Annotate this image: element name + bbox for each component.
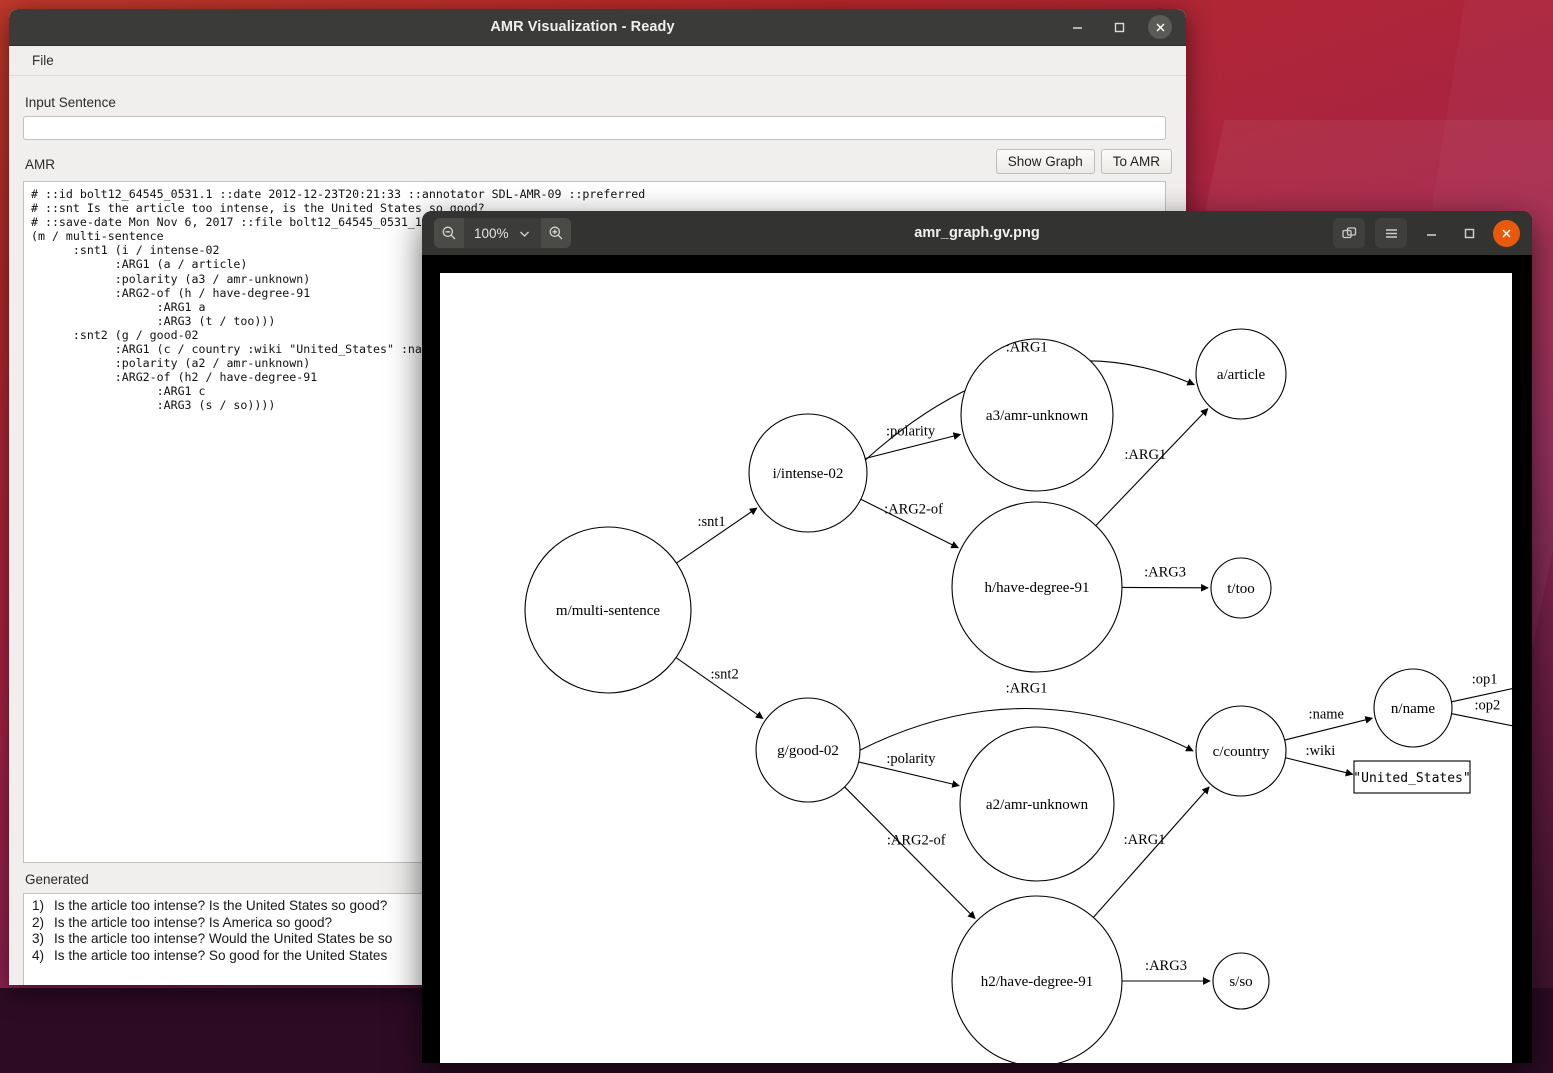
zoom-level-selector[interactable]: 100%: [464, 226, 541, 241]
maximize-icon[interactable]: [1106, 14, 1132, 40]
input-sentence-field[interactable]: [23, 116, 1166, 140]
generated-item-number: 1): [32, 898, 45, 913]
zoom-out-icon[interactable]: [434, 218, 464, 248]
minimize-icon[interactable]: [1064, 14, 1090, 40]
window-title: AMR Visualization - Ready: [490, 19, 675, 35]
graph-node-label: a2/amr-unknown: [986, 797, 1089, 813]
close-icon[interactable]: [1148, 15, 1172, 39]
chevron-down-icon: [519, 231, 529, 237]
graph-edge-label: :ARG2-of: [887, 832, 946, 848]
graph-edge-label: :ARG3: [1145, 958, 1187, 974]
maximize-icon[interactable]: [1455, 219, 1483, 247]
viewer-canvas: m/multi-sentence i/intense-02 a3/amr-unkno…: [422, 255, 1532, 1063]
graph-edge: [1451, 713, 1512, 727]
graph-node-label: i/intense-02: [773, 466, 844, 482]
graph-edge-label: :ARG1: [1006, 681, 1048, 697]
amr-graph-image[interactable]: m/multi-sentence i/intense-02 a3/amr-unkno…: [440, 273, 1512, 1063]
amr-label: AMR: [25, 157, 55, 172]
graph-edge-label: :snt2: [711, 667, 739, 683]
generated-item-number: 4): [32, 947, 45, 963]
graph-edge-label: :wiki: [1306, 743, 1336, 759]
graph-edge-label: :ARG3: [1144, 565, 1186, 581]
viewer-titlebar[interactable]: 100% amr_graph.gv.png: [422, 211, 1532, 256]
graph-node-label: c/country: [1213, 744, 1270, 760]
graph-node-label: h2/have-degree-91: [981, 974, 1093, 990]
zoom-controls: 100%: [434, 218, 571, 248]
graph-node-label: s/so: [1229, 974, 1252, 990]
to-amr-button[interactable]: To AMR: [1100, 149, 1172, 174]
zoom-in-icon[interactable]: [540, 218, 571, 248]
graph-edge-label: :op2: [1474, 698, 1500, 714]
generated-item-text: Is the article too intense? Is the Unite…: [54, 898, 388, 913]
generated-item-text: Is the article too intense? Would the Un…: [54, 931, 393, 947]
generated-item-text: Is the article too intense? So good for …: [54, 947, 388, 963]
main-titlebar[interactable]: AMR Visualization - Ready: [9, 9, 1186, 46]
graph-node-label: a/article: [1217, 367, 1266, 383]
window-controls: [1064, 14, 1186, 40]
close-icon[interactable]: [1493, 219, 1520, 247]
generated-item-number: 3): [32, 931, 45, 947]
graph-node-label: g/good-02: [777, 743, 839, 759]
hamburger-menu-icon[interactable]: [1375, 218, 1407, 248]
graph-node-label: m/multi-sentence: [556, 603, 660, 619]
graph-node-label: h/have-degree-91: [985, 580, 1090, 596]
graph-edge-label: :ARG1: [1124, 447, 1166, 463]
graph-edge-label: :ARG1: [1006, 340, 1048, 356]
copy-window-icon[interactable]: [1333, 218, 1365, 248]
generated-item-number: 2): [32, 914, 45, 930]
menubar: File: [9, 46, 1186, 76]
graph-edge: [1285, 757, 1354, 777]
minimize-icon[interactable]: [1417, 219, 1445, 247]
graph-node-label: "United_States": [1353, 771, 1470, 786]
graph-edge-label: :polarity: [886, 424, 936, 440]
generated-item-text: Is the article too intense? Is America s…: [54, 914, 333, 930]
graph-node-label: n/name: [1391, 701, 1435, 717]
amr-header-row: AMR Show Graph To AMR: [23, 149, 1172, 176]
graph-edge-label: :ARG2-of: [884, 501, 943, 517]
graph-edge: [844, 786, 976, 920]
viewer-window-controls: [1333, 218, 1524, 248]
amr-buttons: Show Graph To AMR: [995, 149, 1172, 174]
image-viewer-window: 100% amr_graph.gv.png m/multi-sentence i…: [422, 211, 1532, 1063]
graph-edge-label: :name: [1309, 706, 1344, 722]
graph-node-label: t/too: [1227, 581, 1255, 597]
graph-edge-label: :ARG1: [1124, 832, 1166, 848]
graph-edge-label: :op1: [1472, 671, 1498, 687]
graph-node-label: a3/amr-unknown: [986, 408, 1089, 424]
show-graph-button[interactable]: Show Graph: [995, 149, 1095, 174]
input-sentence-label: Input Sentence: [25, 95, 116, 110]
zoom-level-value: 100%: [474, 225, 509, 241]
graph-edge-label: :snt1: [697, 514, 725, 530]
graph-edge-label: :polarity: [886, 751, 936, 767]
menu-item-file[interactable]: File: [25, 50, 61, 71]
amr-graph-svg: m/multi-sentence i/intense-02 a3/amr-unkno…: [524, 328, 1512, 1063]
